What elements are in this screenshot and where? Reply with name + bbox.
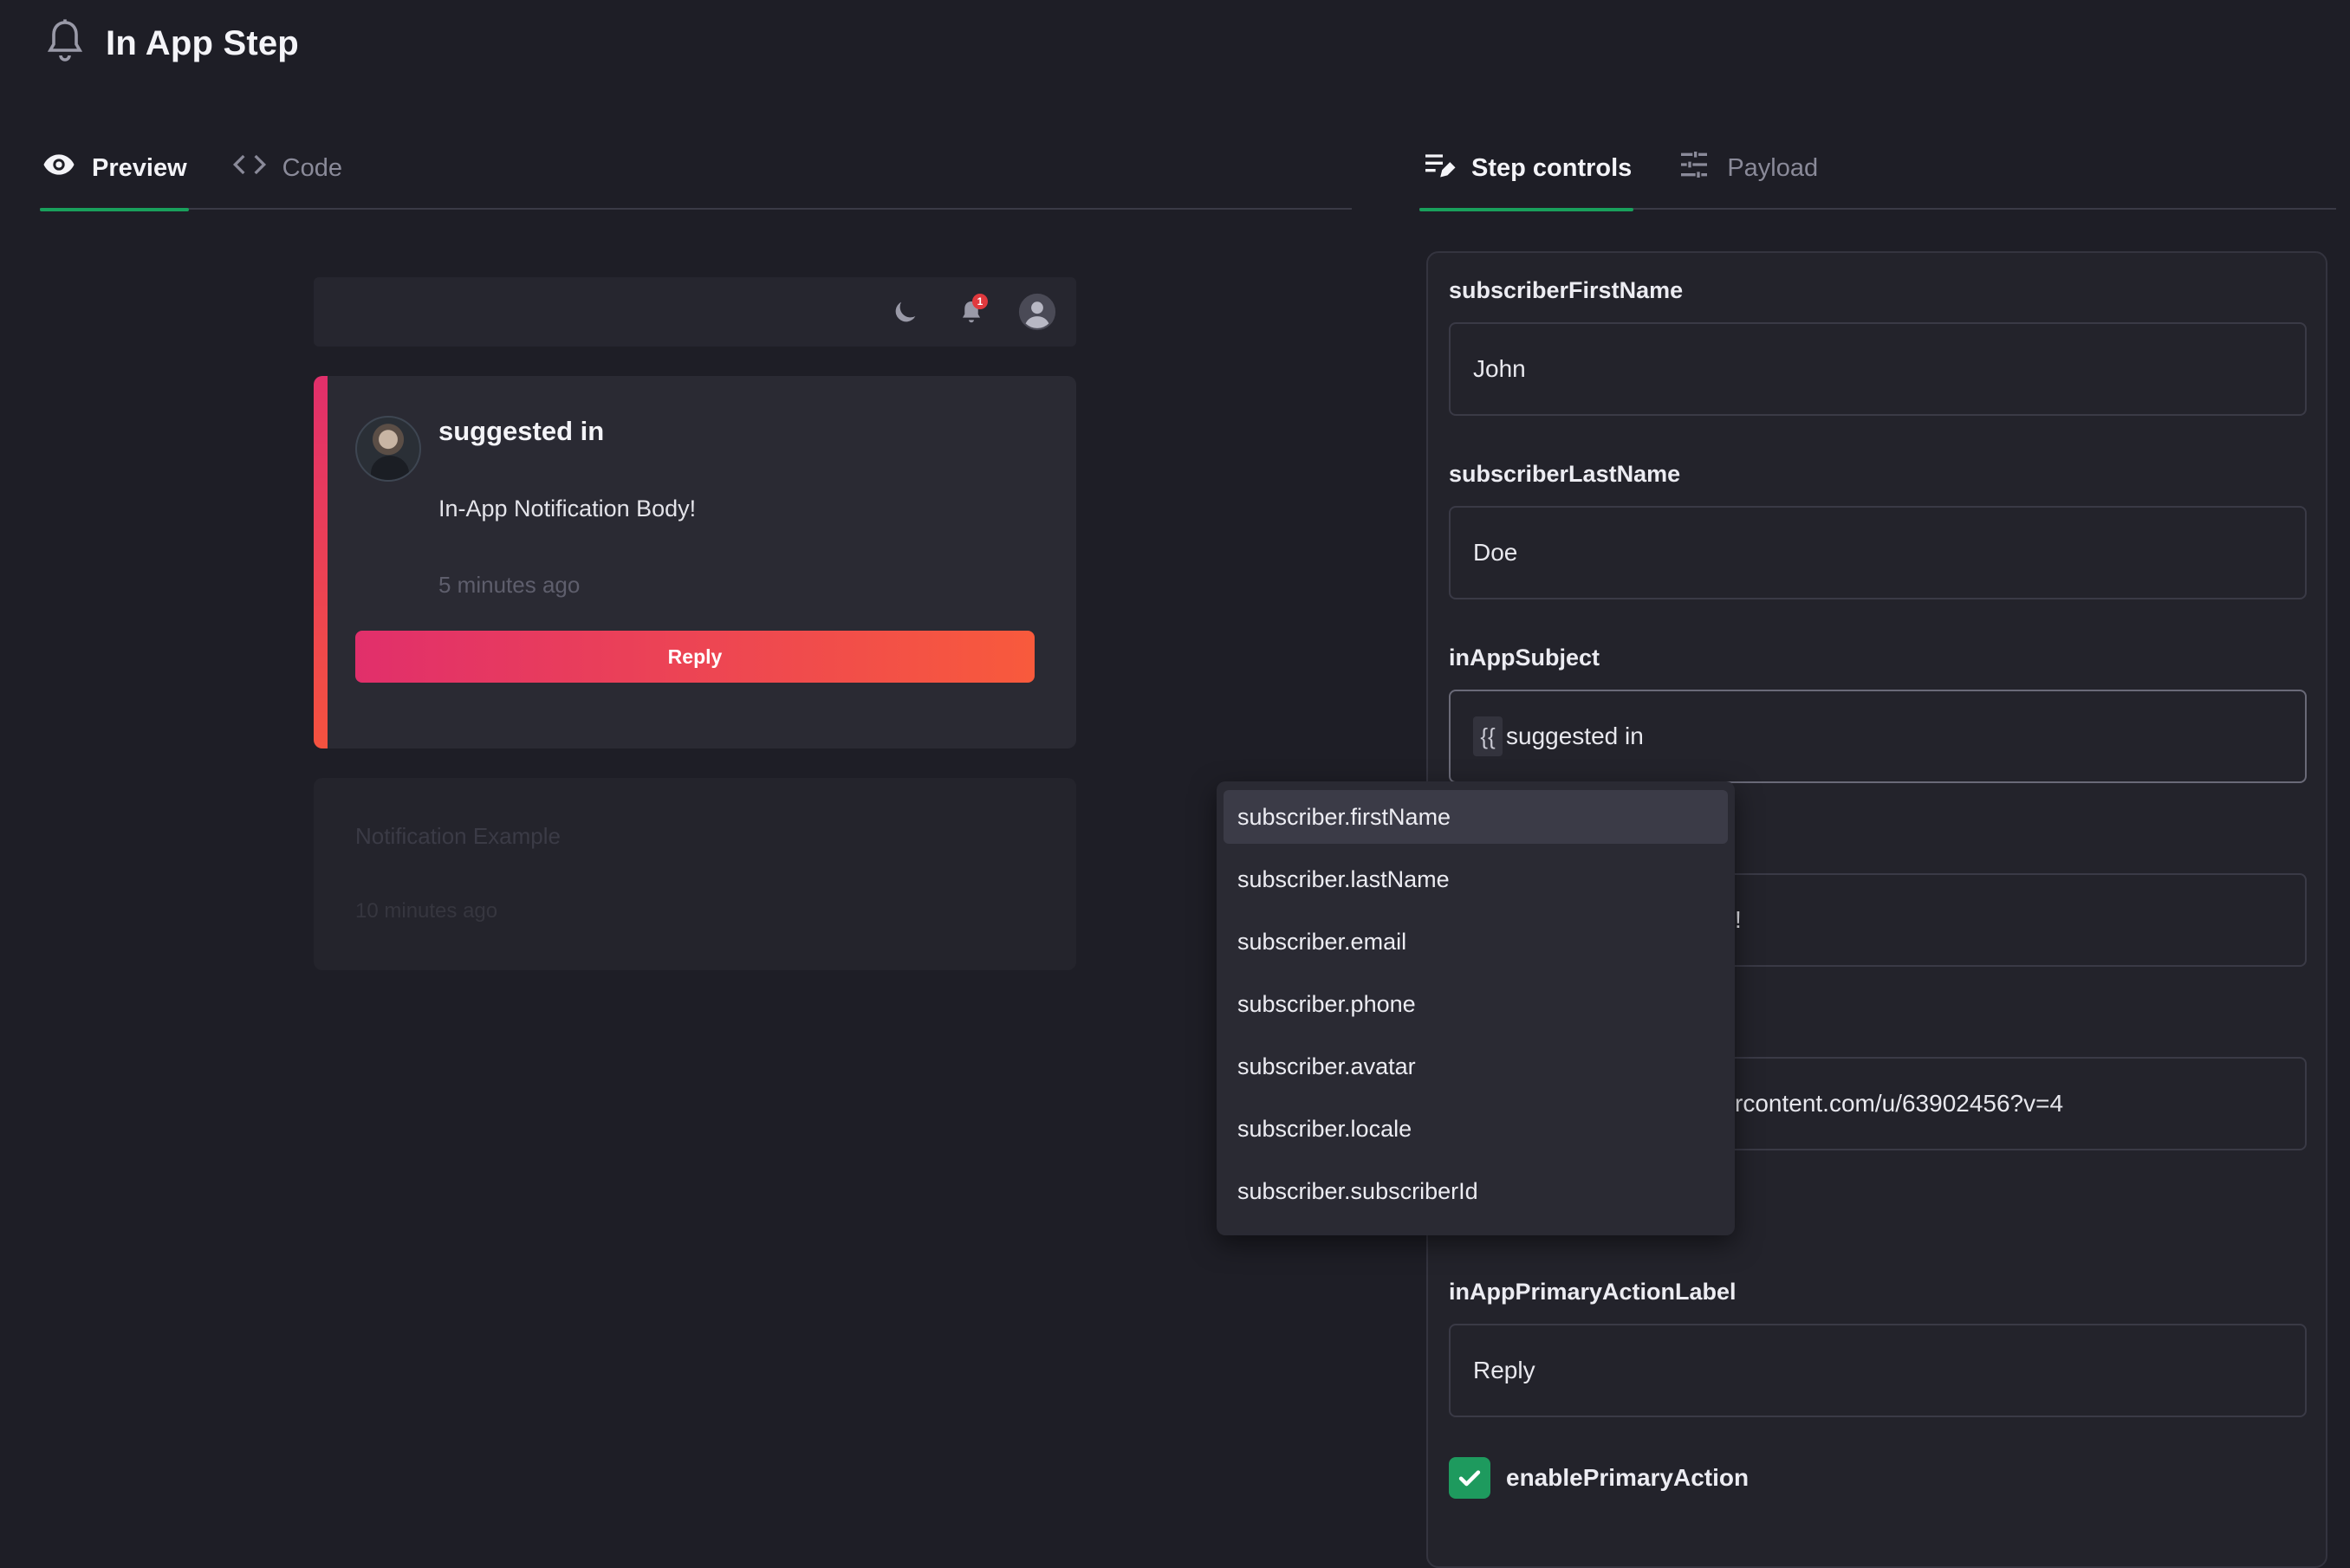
moon-icon[interactable] — [886, 292, 925, 332]
check-icon — [1458, 1470, 1481, 1487]
subscriber-last-name-value: Doe — [1473, 539, 1518, 566]
in-app-subject-input[interactable]: {{ suggested in — [1449, 690, 2307, 783]
edit-list-icon — [1421, 147, 1456, 189]
in-app-body-value: ! — [1735, 906, 1742, 933]
subscriber-last-name-input[interactable]: Doe — [1449, 506, 2307, 599]
notification-time: 5 minutes ago — [438, 572, 581, 598]
notification-avatar — [355, 416, 421, 482]
variable-brace-chip: {{ — [1473, 716, 1503, 756]
dropdown-item[interactable]: subscriber.lastName — [1224, 852, 1728, 906]
tab-preview-label: Preview — [92, 153, 187, 182]
notification-subject: suggested in — [438, 416, 605, 446]
subscriber-first-name-label: subscriberFirstName — [1449, 277, 1684, 303]
control-tabs: Step controls Payload — [1419, 137, 2336, 211]
notification-body: In-App Notification Body! — [438, 496, 697, 522]
dropdown-item[interactable]: subscriber.locale — [1224, 1102, 1728, 1156]
enable-primary-action-row: enablePrimaryAction — [1449, 1457, 1749, 1499]
in-app-subject-value: suggested in — [1506, 722, 1644, 749]
notification-example-title: Notification Example — [355, 823, 561, 849]
enable-primary-action-label: enablePrimaryAction — [1506, 1464, 1750, 1491]
tab-payload-label: Payload — [1727, 153, 1819, 182]
in-app-avatar-value: rcontent.com/u/63902456?v=4 — [1735, 1090, 2064, 1117]
in-app-primary-action-label-value: Reply — [1473, 1357, 1535, 1383]
tab-step-controls-label: Step controls — [1471, 153, 1633, 182]
in-app-primary-action-label-input[interactable]: Reply — [1449, 1324, 2307, 1417]
enable-primary-action-checkbox[interactable] — [1449, 1457, 1490, 1499]
variable-autocomplete-dropdown: subscriber.firstName subscriber.lastName… — [1217, 781, 1735, 1235]
subscriber-first-name-input[interactable]: John — [1449, 322, 2307, 416]
user-avatar-icon[interactable] — [1017, 292, 1057, 332]
eye-icon — [42, 147, 76, 189]
page-title: In App Step — [106, 23, 299, 62]
unread-badge: 1 — [972, 294, 988, 309]
bell-icon — [43, 17, 87, 70]
tab-payload[interactable]: Payload — [1675, 137, 1820, 199]
dropdown-item[interactable]: subscriber.subscriberId — [1224, 1164, 1728, 1218]
dropdown-item[interactable]: subscriber.firstName — [1224, 790, 1728, 844]
dropdown-item[interactable]: subscriber.email — [1224, 915, 1728, 969]
in-app-subject-label: inAppSubject — [1449, 645, 1600, 671]
page-header: In App Step — [43, 17, 299, 70]
notification-bell-icon[interactable]: 1 — [951, 292, 991, 332]
tab-step-controls[interactable]: Step controls — [1419, 137, 1634, 211]
preview-tabs: Preview Code — [40, 137, 1352, 211]
tab-code[interactable]: Code — [230, 137, 344, 199]
dropdown-item[interactable]: subscriber.phone — [1224, 977, 1728, 1031]
reply-button[interactable]: Reply — [355, 631, 1035, 683]
notification-example-time: 10 minutes ago — [355, 899, 498, 923]
tab-code-label: Code — [282, 153, 342, 182]
dropdown-item[interactable]: subscriber.avatar — [1224, 1040, 1728, 1093]
subscriber-last-name-label: subscriberLastName — [1449, 461, 1681, 487]
inbox-header-bar: 1 — [314, 277, 1076, 347]
notification-example-card: Notification Example 10 minutes ago — [314, 778, 1076, 970]
in-app-primary-action-label-label: inAppPrimaryActionLabel — [1449, 1279, 1737, 1305]
tab-preview[interactable]: Preview — [40, 137, 189, 211]
notification-card[interactable]: suggested in In-App Notification Body! 5… — [314, 376, 1076, 748]
code-icon — [232, 147, 267, 189]
subscriber-first-name-value: John — [1473, 355, 1526, 382]
sliders-icon — [1677, 147, 1711, 189]
